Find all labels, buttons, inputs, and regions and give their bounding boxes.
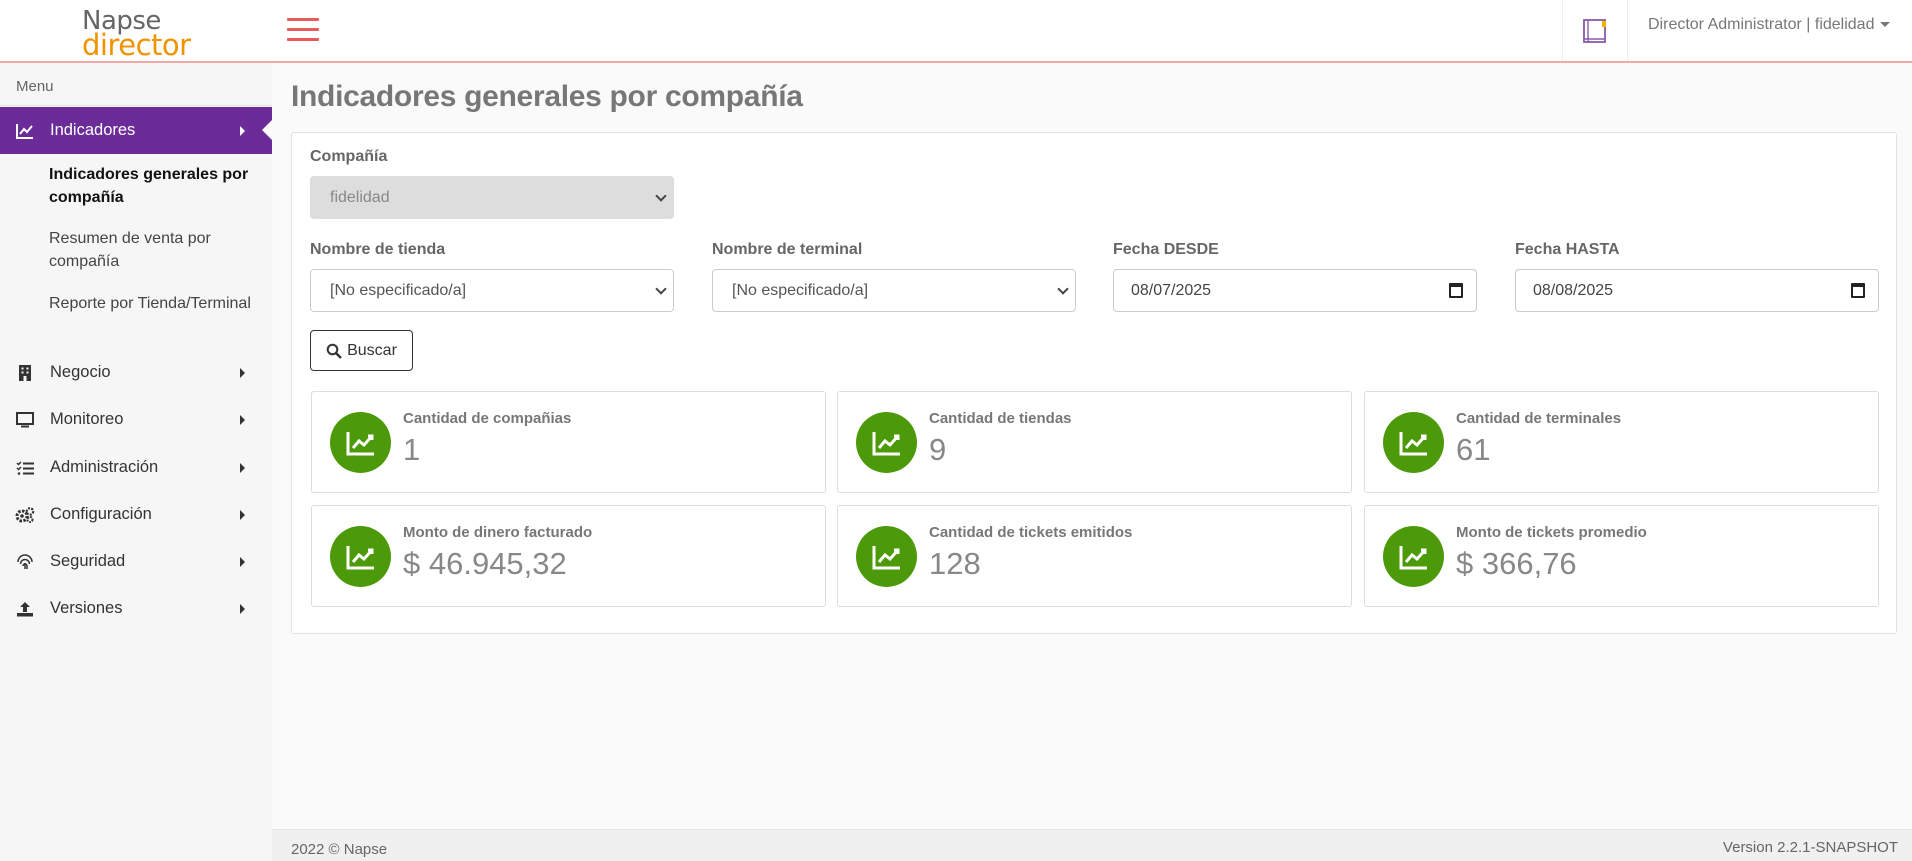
kpi-card-ticket-promedio: Monto de tickets promedio $ 366,76 — [1364, 505, 1879, 607]
building-icon — [0, 364, 50, 381]
notebook-icon[interactable] — [1562, 0, 1628, 61]
chart-area-icon — [1383, 526, 1444, 587]
submenu-item-resumen-venta[interactable]: Resumen de venta por compañía — [49, 227, 259, 273]
submenu-item-indicadores-generales[interactable]: Indicadores generales por compañía — [49, 163, 259, 209]
store-select[interactable]: [No especificado/a] — [310, 269, 674, 312]
calendar-icon[interactable] — [1851, 283, 1865, 298]
chart-area-icon — [330, 412, 391, 473]
terminal-label: Nombre de terminal — [712, 241, 863, 258]
sidebar-item-monitoreo[interactable]: Monitoreo — [0, 396, 272, 443]
company-select: fidelidad — [310, 176, 674, 219]
kpi-value: $ 366,76 — [1456, 546, 1577, 581]
kpi-label: Monto de tickets promedio — [1456, 524, 1647, 541]
date-from-label: Fecha DESDE — [1113, 241, 1219, 258]
company-label: Compañía — [310, 148, 388, 165]
calendar-icon[interactable] — [1449, 283, 1463, 298]
date-to-value: 08/08/2025 — [1533, 282, 1614, 299]
user-label: Director Administrator | fidelidad — [1648, 16, 1875, 33]
kpi-label: Cantidad de tiendas — [929, 410, 1072, 427]
sidebar: Menu Indicadores Indicadores generales p… — [0, 63, 272, 861]
sidebar-item-label: Versiones — [50, 599, 123, 617]
top-bar: Napse director Director Administrator | … — [0, 0, 1912, 63]
gears-icon — [0, 506, 50, 523]
kpi-label: Monto de dinero facturado — [403, 524, 593, 541]
sidebar-item-label: Negocio — [50, 363, 111, 381]
menu-heading: Menu — [16, 78, 54, 95]
sidebar-item-configuracion[interactable]: Configuración — [0, 491, 272, 538]
sidebar-item-label: Seguridad — [50, 552, 126, 570]
footer-copyright: 2022 © Napse — [291, 841, 388, 858]
upload-icon — [0, 601, 50, 617]
date-to-input[interactable]: 08/08/2025 — [1515, 269, 1879, 312]
footer-version: Version 2.2.1-SNAPSHOT — [1722, 839, 1898, 856]
caret-right-icon — [240, 125, 245, 136]
kpi-value: $ 46.945,32 — [403, 546, 567, 581]
chart-area-icon — [330, 526, 391, 587]
kpi-value: 128 — [929, 546, 981, 581]
terminal-select[interactable]: [No especificado/a] — [712, 269, 1076, 312]
kpi-label: Cantidad de tickets emitidos — [929, 524, 1133, 541]
submenu-item-reporte-tienda[interactable]: Reporte por Tienda/Terminal — [49, 292, 259, 315]
caret-right-icon — [240, 603, 245, 614]
sidebar-item-versiones[interactable]: Versiones — [0, 585, 272, 632]
kpi-label: Cantidad de terminales — [1456, 410, 1622, 427]
list-check-icon — [0, 460, 50, 475]
date-from-input[interactable]: 08/07/2025 — [1113, 269, 1477, 312]
kpi-label: Cantidad de compañias — [403, 410, 572, 427]
page-title: Indicadores generales por compañía — [291, 80, 803, 113]
logo-text-director: director — [82, 28, 191, 62]
kpi-card-tiendas: Cantidad de tiendas 9 — [837, 391, 1352, 493]
chart-area-icon — [856, 526, 917, 587]
date-from-value: 08/07/2025 — [1131, 282, 1212, 299]
menu-divider — [0, 105, 272, 106]
kpi-card-terminales: Cantidad de terminales 61 — [1364, 391, 1879, 493]
search-icon — [326, 343, 342, 359]
sidebar-item-label: Indicadores — [50, 121, 136, 139]
user-menu-dropdown[interactable]: Director Administrator | fidelidad — [1648, 16, 1891, 34]
fingerprint-icon — [0, 553, 50, 570]
sidebar-item-indicadores[interactable]: Indicadores — [0, 107, 272, 154]
caret-right-icon — [240, 414, 245, 425]
kpi-value: 1 — [403, 432, 421, 467]
chart-area-icon — [856, 412, 917, 473]
company-select-value: fidelidad — [330, 189, 390, 206]
store-label: Nombre de tienda — [310, 241, 446, 258]
footer: 2022 © Napse Version 2.2.1-SNAPSHOT — [272, 829, 1912, 861]
kpi-value: 61 — [1456, 432, 1491, 467]
sidebar-item-negocio[interactable]: Negocio — [0, 349, 272, 396]
terminal-select-value: [No especificado/a] — [732, 282, 869, 299]
chevron-down-icon — [655, 283, 667, 295]
sidebar-item-label: Configuración — [50, 505, 152, 523]
caret-right-icon — [240, 367, 245, 378]
kpi-card-companias: Cantidad de compañias 1 — [311, 391, 826, 493]
kpi-card-monto-facturado: Monto de dinero facturado $ 46.945,32 — [311, 505, 826, 607]
caret-down-icon — [1880, 22, 1891, 28]
search-button[interactable]: Buscar — [310, 330, 413, 371]
sidebar-item-seguridad[interactable]: Seguridad — [0, 538, 272, 585]
monitor-icon — [0, 411, 50, 428]
store-select-value: [No especificado/a] — [330, 282, 467, 299]
sidebar-item-label: Monitoreo — [50, 410, 124, 428]
kpi-value: 9 — [929, 432, 947, 467]
chevron-down-icon — [655, 190, 667, 202]
caret-right-icon — [240, 509, 245, 520]
chart-area-icon — [1383, 412, 1444, 473]
search-button-label: Buscar — [347, 341, 397, 359]
hamburger-menu-icon[interactable] — [287, 18, 319, 42]
caret-right-icon — [240, 462, 245, 473]
caret-right-icon — [240, 556, 245, 567]
kpi-card-tickets-emitidos: Cantidad de tickets emitidos 128 — [837, 505, 1352, 607]
chevron-down-icon — [1057, 283, 1069, 295]
sidebar-item-label: Administración — [50, 458, 159, 476]
date-to-label: Fecha HASTA — [1515, 241, 1620, 258]
napse-director-logo[interactable]: Napse director — [82, 4, 192, 62]
chart-line-icon — [0, 123, 50, 139]
sidebar-item-administracion[interactable]: Administración — [0, 444, 272, 491]
